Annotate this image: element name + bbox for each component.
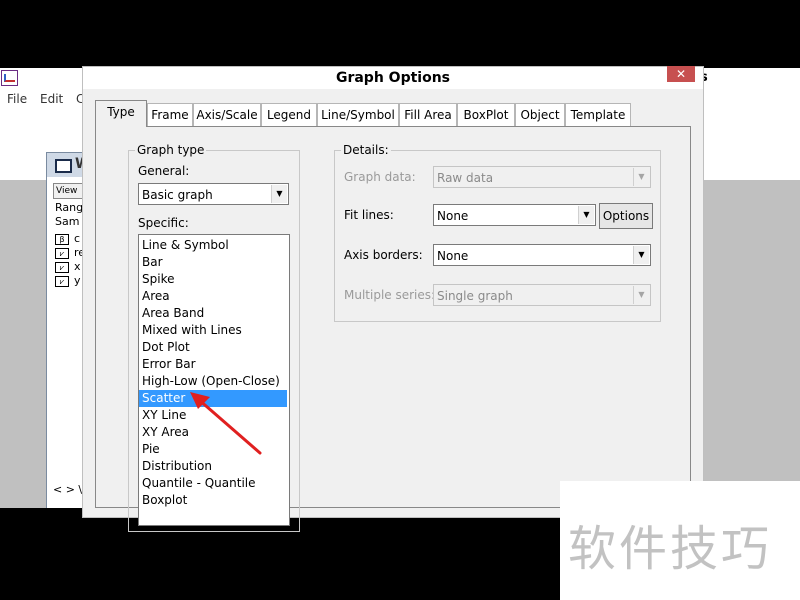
object-label[interactable]: y <box>74 274 81 287</box>
tab-boxplot[interactable]: BoxPlot <box>457 103 515 126</box>
menu-file[interactable]: File <box>7 92 27 106</box>
chevron-down-icon[interactable]: ▼ <box>633 286 649 304</box>
graph-data-value: Raw data <box>437 171 494 185</box>
graph-data-label: Graph data: <box>344 170 416 184</box>
multiple-series-select[interactable]: Single graph ▼ <box>433 284 651 306</box>
coef-icon: β <box>55 234 69 245</box>
list-item[interactable]: Spike <box>139 271 287 288</box>
multiple-series-value: Single graph <box>437 289 513 303</box>
menu-edit[interactable]: Edit <box>40 92 63 106</box>
multiple-series-label: Multiple series: <box>344 288 436 302</box>
sample-label: Sam <box>55 215 80 228</box>
specific-label: Specific: <box>138 216 189 230</box>
list-item[interactable]: Error Bar <box>139 356 287 373</box>
tab-template[interactable]: Template <box>565 103 631 126</box>
tab-nav[interactable]: < > \ <box>53 483 82 496</box>
axis-borders-label: Axis borders: <box>344 248 423 262</box>
object-label[interactable]: x <box>74 260 81 273</box>
series-icon: ⩗ <box>55 248 69 259</box>
chevron-down-icon[interactable]: ▼ <box>578 206 594 224</box>
range-label: Rang <box>55 201 84 214</box>
tab-line-symbol[interactable]: Line/Symbol <box>317 103 399 126</box>
tab-axis-scale[interactable]: Axis/Scale <box>193 103 261 126</box>
window-icon <box>55 159 72 173</box>
dialog-title: Graph Options <box>83 67 703 89</box>
axis-borders-value: None <box>437 249 469 263</box>
tab-legend[interactable]: Legend <box>261 103 317 126</box>
annotation-arrow-icon <box>190 392 262 455</box>
specific-listbox[interactable]: Line & Symbol Bar Spike Area Area Band M… <box>138 234 290 526</box>
fit-lines-label: Fit lines: <box>344 208 394 222</box>
object-label[interactable]: c <box>74 232 80 245</box>
list-item[interactable]: Area Band <box>139 305 287 322</box>
tab-frame[interactable]: Frame <box>147 103 193 126</box>
list-item[interactable]: Boxplot <box>139 492 287 509</box>
chevron-down-icon[interactable]: ▼ <box>271 185 287 203</box>
axis-borders-select[interactable]: None ▼ <box>433 244 651 266</box>
tab-object[interactable]: Object <box>515 103 565 126</box>
close-icon[interactable]: ✕ <box>667 66 695 82</box>
chevron-down-icon[interactable]: ▼ <box>633 168 649 186</box>
general-label: General: <box>138 164 190 178</box>
graph-data-select[interactable]: Raw data ▼ <box>433 166 651 188</box>
list-item[interactable]: Quantile - Quantile <box>139 475 287 492</box>
list-item[interactable]: Bar <box>139 254 287 271</box>
general-value: Basic graph <box>142 188 213 202</box>
list-item[interactable]: Area <box>139 288 287 305</box>
tab-type[interactable]: Type <box>95 100 147 127</box>
app-icon <box>1 70 18 86</box>
general-select[interactable]: Basic graph ▼ <box>138 183 289 205</box>
fit-lines-select[interactable]: None ▼ <box>433 204 596 226</box>
series-icon: ⩗ <box>55 276 69 287</box>
watermark-text: 软件技巧 <box>568 521 773 577</box>
options-button[interactable]: Options <box>599 203 653 229</box>
list-item[interactable]: Line & Symbol <box>139 237 287 254</box>
series-icon: ⩗ <box>55 262 69 273</box>
graph-type-label: Graph type <box>135 143 207 157</box>
fit-lines-value: None <box>437 209 469 223</box>
details-label: Details: <box>341 143 391 157</box>
watermark-panel: 软件技巧 <box>560 481 800 600</box>
list-item[interactable]: Distribution <box>139 458 287 475</box>
tab-fill-area[interactable]: Fill Area <box>399 103 457 126</box>
list-item[interactable]: Mixed with Lines <box>139 322 287 339</box>
chevron-down-icon[interactable]: ▼ <box>633 246 649 264</box>
list-item[interactable]: Dot Plot <box>139 339 287 356</box>
